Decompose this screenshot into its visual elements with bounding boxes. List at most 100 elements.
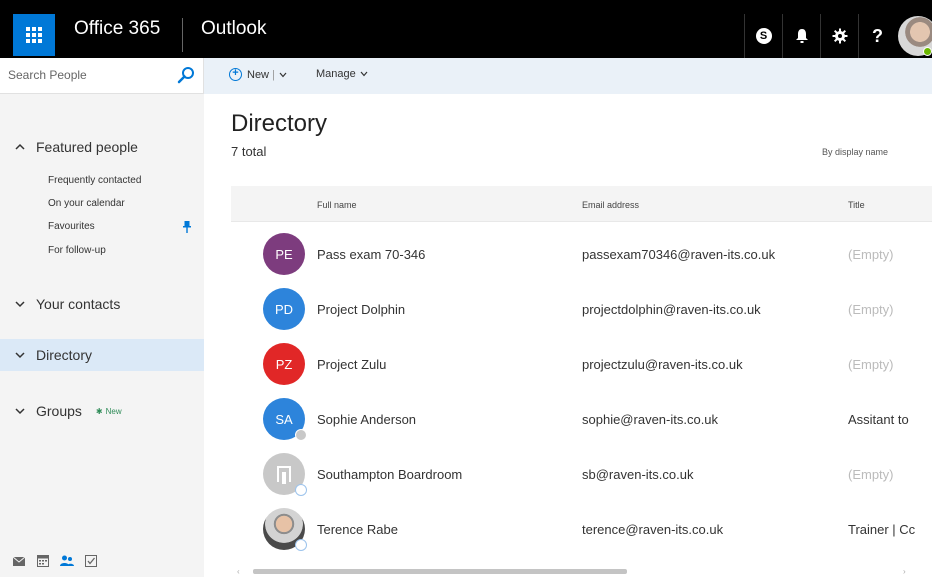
contact-name: Pass exam 70-346 bbox=[317, 247, 426, 262]
topbar-divider bbox=[182, 18, 183, 52]
waffle-icon bbox=[26, 27, 42, 43]
mail-icon bbox=[13, 556, 25, 566]
contact-avatar: PE bbox=[263, 233, 305, 275]
presence-unknown-icon bbox=[295, 539, 307, 551]
table-row[interactable]: Southampton Boardroom sb@raven-its.co.uk… bbox=[231, 453, 932, 507]
pin-icon[interactable] bbox=[183, 221, 191, 233]
search-people-input[interactable] bbox=[0, 58, 170, 92]
contact-title: (Empty) bbox=[848, 357, 894, 372]
new-badge-label: New bbox=[105, 406, 122, 416]
nav-on-your-calendar[interactable]: On your calendar bbox=[48, 198, 125, 209]
help-button[interactable]: ? bbox=[858, 14, 896, 58]
people-search bbox=[0, 58, 204, 94]
contact-name: Sophie Anderson bbox=[317, 412, 417, 427]
room-icon bbox=[277, 466, 291, 484]
topbar-actions: S ? bbox=[744, 14, 896, 58]
contact-avatar: PZ bbox=[263, 343, 305, 385]
skype-button[interactable]: S bbox=[744, 14, 782, 58]
chevron-down-icon[interactable] bbox=[279, 72, 287, 78]
module-switcher bbox=[0, 550, 204, 577]
presence-offline-icon bbox=[295, 429, 307, 441]
scroll-left-icon[interactable]: ‹ bbox=[237, 567, 240, 576]
contact-name: Terence Rabe bbox=[317, 522, 398, 537]
scroll-right-icon[interactable]: › bbox=[903, 567, 906, 576]
user-avatar-button[interactable] bbox=[896, 14, 932, 58]
app-launcher-button[interactable] bbox=[13, 14, 55, 56]
question-icon: ? bbox=[872, 25, 883, 46]
table-row[interactable]: PZ Project Zulu projectzulu@raven-its.co… bbox=[231, 343, 932, 397]
app-name[interactable]: Outlook bbox=[201, 18, 266, 40]
add-icon: + bbox=[229, 68, 242, 81]
horizontal-scrollbar[interactable]: ‹ › bbox=[231, 567, 932, 577]
column-title[interactable]: Title bbox=[848, 200, 865, 210]
contact-avatar: PD bbox=[263, 288, 305, 330]
table-row[interactable]: PE Pass exam 70-346 passexam70346@raven-… bbox=[231, 233, 932, 287]
office-365-brand[interactable]: Office 365 bbox=[74, 18, 160, 40]
featured-people-label: Featured people bbox=[36, 139, 138, 155]
contact-email: projectdolphin@raven-its.co.uk bbox=[582, 302, 761, 317]
groups-label: Groups bbox=[36, 403, 82, 419]
command-bar: + New | Manage bbox=[204, 58, 932, 94]
contact-title: (Empty) bbox=[848, 247, 894, 262]
calendar-module-button[interactable] bbox=[32, 550, 54, 572]
new-button-label: New bbox=[247, 68, 270, 81]
gear-icon bbox=[832, 28, 847, 44]
sort-dropdown[interactable]: By display name bbox=[822, 147, 888, 157]
people-icon bbox=[60, 555, 74, 566]
presence-unknown-icon bbox=[295, 484, 307, 496]
table-header: Full name Email address Title bbox=[231, 186, 932, 222]
table-row[interactable]: PD Project Dolphin projectdolphin@raven-… bbox=[231, 288, 932, 342]
contact-title: (Empty) bbox=[848, 302, 894, 317]
scrollbar-thumb[interactable] bbox=[253, 569, 627, 574]
contact-email: sb@raven-its.co.uk bbox=[582, 467, 694, 482]
your-contacts-label: Your contacts bbox=[36, 296, 121, 312]
bell-icon bbox=[795, 29, 808, 43]
tasks-module-button[interactable] bbox=[80, 550, 102, 572]
featured-people-header[interactable]: Featured people bbox=[14, 139, 138, 155]
contact-email: projectzulu@raven-its.co.uk bbox=[582, 357, 743, 372]
settings-button[interactable] bbox=[820, 14, 858, 58]
chevron-down-icon bbox=[14, 349, 26, 361]
tasks-icon bbox=[85, 555, 97, 567]
column-full-name[interactable]: Full name bbox=[317, 200, 357, 210]
nav-favourites[interactable]: Favourites bbox=[48, 221, 95, 232]
chevron-down-icon bbox=[14, 405, 26, 417]
nav-frequently-contacted[interactable]: Frequently contacted bbox=[48, 175, 141, 186]
chevron-down-icon bbox=[360, 71, 368, 77]
page-title: Directory bbox=[231, 110, 328, 137]
nav-for-follow-up[interactable]: For follow-up bbox=[48, 245, 106, 256]
new-button[interactable]: + New | bbox=[229, 68, 287, 81]
left-nav: Featured people Frequently contacted On … bbox=[0, 58, 204, 577]
table-row[interactable]: Terence Rabe terence@raven-its.co.uk Tra… bbox=[231, 508, 932, 562]
column-email-address[interactable]: Email address bbox=[582, 200, 639, 210]
directory-label: Directory bbox=[36, 347, 93, 363]
contact-email: passexam70346@raven-its.co.uk bbox=[582, 247, 776, 262]
contact-name: Project Dolphin bbox=[317, 302, 406, 317]
table-row[interactable]: SA Sophie Anderson sophie@raven-its.co.u… bbox=[231, 398, 932, 452]
contact-email: terence@raven-its.co.uk bbox=[582, 522, 724, 537]
chevron-down-icon bbox=[14, 298, 26, 310]
top-bar: Office 365 Outlook S ? bbox=[0, 0, 932, 58]
new-separator: | bbox=[272, 68, 275, 81]
mail-module-button[interactable] bbox=[8, 550, 30, 572]
contact-title: (Empty) bbox=[848, 467, 894, 482]
skype-icon: S bbox=[755, 28, 772, 44]
contact-title: Assitant to bbox=[848, 412, 909, 427]
contact-email: sophie@raven-its.co.uk bbox=[582, 412, 719, 427]
people-module-button[interactable] bbox=[56, 550, 78, 572]
result-count: 7 total bbox=[231, 144, 267, 159]
contact-title: Trainer | Cc bbox=[848, 522, 916, 537]
contact-name: Southampton Boardroom bbox=[317, 467, 463, 482]
sparkle-icon: ✱ bbox=[95, 406, 103, 416]
presence-available-icon bbox=[923, 47, 932, 56]
manage-button[interactable]: Manage bbox=[316, 68, 368, 80]
directory-header[interactable]: Directory bbox=[14, 347, 92, 363]
chevron-up-icon bbox=[14, 141, 26, 153]
your-contacts-header[interactable]: Your contacts bbox=[14, 296, 120, 312]
search-icon[interactable] bbox=[176, 65, 196, 85]
calendar-icon bbox=[37, 555, 49, 567]
notifications-button[interactable] bbox=[782, 14, 820, 58]
contact-name: Project Zulu bbox=[317, 357, 387, 372]
new-badge: ✱ New bbox=[96, 407, 122, 416]
groups-header[interactable]: Groups ✱ New bbox=[14, 403, 122, 419]
